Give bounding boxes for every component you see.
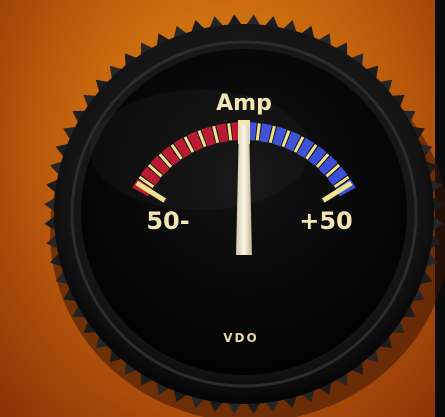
positive-scale-label: +50: [299, 207, 353, 235]
brand-label: VDO: [223, 331, 258, 345]
ammeter-gauge: Amp 50- +50 VDO: [44, 14, 445, 417]
glass-reflection: [90, 90, 310, 210]
negative-scale-label: 50-: [146, 207, 189, 235]
photo-scene: Amp 50- +50 VDO: [0, 0, 445, 417]
